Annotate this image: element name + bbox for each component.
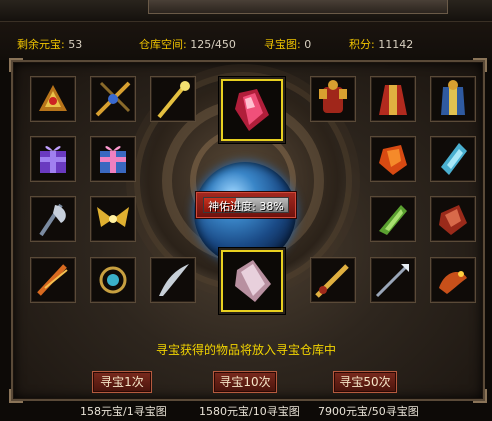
yuanbao-label: 剩余元宝: — [17, 38, 65, 51]
storage-value: 125/450 — [190, 38, 236, 51]
treasure-10-cost: 1580元宝/10寻宝图 — [199, 405, 300, 418]
curved-blade-icon[interactable] — [150, 257, 196, 303]
map-stat: 寻宝图: 0 — [264, 36, 311, 52]
treasure-50-button[interactable]: 寻宝50次 — [333, 371, 397, 393]
blue-jade-pendant-icon[interactable] — [90, 257, 136, 303]
orange-gem-icon[interactable] — [370, 136, 416, 182]
storage-label: 仓库空间: — [139, 38, 187, 51]
map-value: 0 — [304, 38, 312, 51]
red-robe-icon[interactable] — [370, 76, 416, 122]
armor-set-icon[interactable] — [310, 76, 356, 122]
crossed-spear-icon[interactable] — [90, 76, 136, 122]
fire-blade-icon[interactable] — [30, 257, 76, 303]
frame-corner — [9, 389, 23, 403]
frame-corner — [473, 389, 487, 403]
silver-spear-icon[interactable] — [370, 257, 416, 303]
treasure-10-button[interactable]: 寻宝10次 — [213, 371, 277, 393]
yuanbao-stat: 剩余元宝: 53 — [17, 36, 82, 52]
title-tab — [148, 0, 448, 14]
yuanbao-value: 53 — [68, 38, 83, 51]
storage-stat: 仓库空间: 125/450 — [139, 36, 236, 52]
silver-axe-icon[interactable] — [30, 196, 76, 242]
frame-corner — [9, 58, 23, 72]
red-gem-icon[interactable] — [430, 196, 476, 242]
window-top-bar — [0, 0, 492, 22]
points-value: 11142 — [378, 38, 414, 51]
golden-blade-icon[interactable] — [310, 257, 356, 303]
pink-gift-box-icon[interactable] — [90, 136, 136, 182]
frame-corner — [473, 58, 487, 72]
points-stat: 积分: 11142 — [349, 36, 413, 52]
green-gem-icon[interactable] — [370, 196, 416, 242]
blue-gem-icon[interactable] — [430, 136, 476, 182]
golden-staff-icon[interactable] — [150, 76, 196, 122]
progress-label: 神佑进度: 38% — [208, 200, 284, 213]
map-label: 寻宝图: — [264, 38, 301, 51]
gold-wing-ornament-icon[interactable] — [30, 76, 76, 122]
red-crystal-icon[interactable] — [219, 77, 285, 143]
fire-dragon-icon[interactable] — [430, 257, 476, 303]
treasure-50-cost: 7900元宝/50寻宝图 — [318, 405, 419, 418]
treasure-1-button[interactable]: 寻宝1次 — [92, 371, 152, 393]
blessing-progress-bar: 神佑进度: 38% — [196, 192, 296, 218]
storage-notice: 寻宝获得的物品将放入寻宝仓库中 — [155, 343, 336, 357]
purple-gift-box-icon[interactable] — [30, 136, 76, 182]
points-label: 积分: — [349, 38, 375, 51]
treasure-1-cost: 158元宝/1寻宝图 — [80, 405, 167, 418]
golden-wings-icon[interactable] — [90, 196, 136, 242]
pink-crystal-icon[interactable] — [219, 248, 285, 314]
blue-armor-icon[interactable] — [430, 76, 476, 122]
